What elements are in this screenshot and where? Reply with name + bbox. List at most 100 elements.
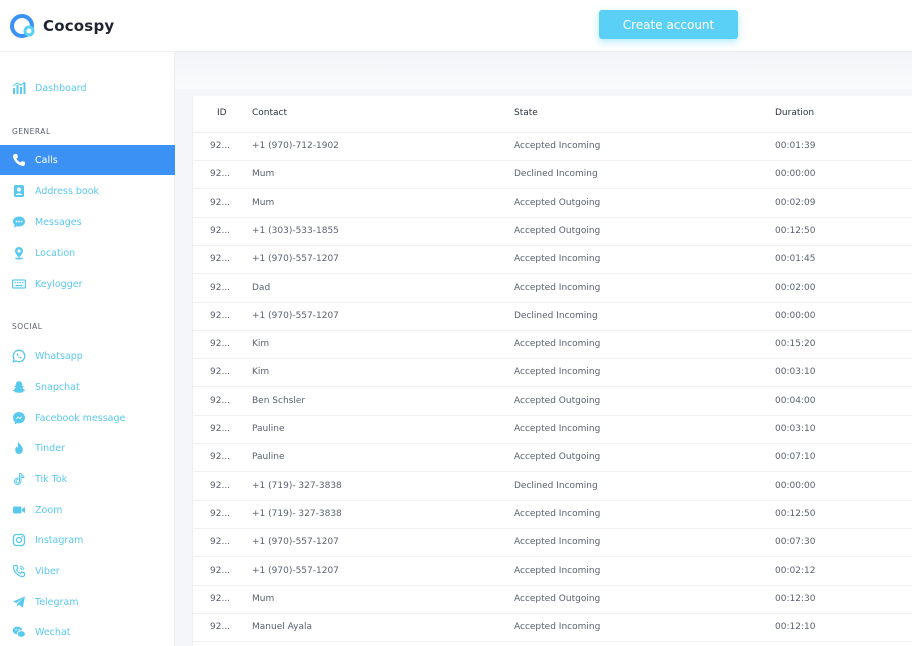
cell-id: 92... <box>210 424 231 434</box>
cell-contact: Mum <box>252 169 275 180</box>
cell-state: Accepted Incoming <box>514 537 601 548</box>
column-header-duration[interactable]: Duration <box>775 108 814 118</box>
sidebar-item-wechat[interactable]: Wechat <box>0 617 175 646</box>
table-row[interactable]: 92... Mum Accepted Outgoing 00:12:30 <box>193 586 912 614</box>
sidebar-item-snapchat[interactable]: Snapchat <box>0 372 175 402</box>
contact-card-icon <box>12 184 26 198</box>
cell-duration: 00:01:45 <box>775 254 816 265</box>
sidebar-item-calls[interactable]: Calls <box>0 145 175 175</box>
create-account-button[interactable]: Create account <box>599 10 738 39</box>
cell-id: 92... <box>210 452 231 463</box>
sidebar-item-label: Telegram <box>35 596 79 608</box>
sidebar-item-facebook-message[interactable]: Facebook message <box>0 403 175 433</box>
cell-state: Accepted Incoming <box>514 622 601 633</box>
cell-duration: 00:00:00 <box>775 169 816 180</box>
table-row[interactable]: 92... +1 (970)-557-1207 Declined Incoming 0… <box>193 303 912 331</box>
cell-state: Accepted Outgoing <box>514 452 601 463</box>
table-row[interactable]: 92... Pauline Accepted Incoming 00:03:10 <box>193 416 912 444</box>
sidebar-item-keylogger[interactable]: Keylogger <box>0 269 175 299</box>
table-row[interactable]: 92... Manuel Ayala Accepted Incoming 00:12:… <box>193 614 912 643</box>
cell-state: Accepted Incoming <box>514 254 601 265</box>
cell-contact: +1 (970)-557-1207 <box>252 310 339 321</box>
sidebar-item-tinder[interactable]: Tinder <box>0 433 175 463</box>
viber-icon <box>12 564 26 578</box>
sidebar-item-label: Dashboard <box>35 82 87 94</box>
column-header-state[interactable]: State <box>514 108 538 118</box>
sidebar-item-label: Messages <box>35 216 82 228</box>
sidebar-item-label: Zoom <box>35 504 63 516</box>
snapchat-icon <box>12 380 26 394</box>
cell-id: 92... <box>210 169 231 180</box>
section-title-general: GENERAL <box>12 127 51 136</box>
sidebar-item-label: Tik Tok <box>35 473 68 485</box>
sidebar-item-label: Whatsapp <box>35 350 83 362</box>
sidebar-item-address-book[interactable]: Address book <box>0 176 175 206</box>
cell-id: 92... <box>210 339 231 350</box>
sidebar-item-label: Location <box>35 247 76 259</box>
sidebar-item-dashboard[interactable]: Dashboard <box>0 73 175 103</box>
table-row[interactable]: 92... +1 (970)-557-1207 Accepted Incoming 0… <box>193 558 912 586</box>
video-camera-icon <box>12 503 26 517</box>
cell-id: 92... <box>210 565 231 576</box>
cell-contact: +1 (970)-557-1207 <box>252 565 339 576</box>
table-row[interactable]: 92... Dad Accepted Incoming 00:02:00 <box>193 275 912 303</box>
cell-id: 92... <box>210 197 231 208</box>
whatsapp-icon <box>12 349 26 363</box>
cell-id: 92... <box>210 282 231 293</box>
cell-contact: Kim <box>252 339 270 350</box>
column-header-contact[interactable]: Contact <box>252 108 287 118</box>
cell-duration: 00:12:30 <box>775 593 816 604</box>
table-row[interactable]: 92... +1 (970)-712-1902 Accepted Incoming 0… <box>193 133 912 161</box>
table-row[interactable]: 92... Kim Accepted Incoming 00:03:10 <box>193 359 912 388</box>
cell-duration: 00:07:30 <box>775 537 816 548</box>
sidebar-item-label: Snapchat <box>35 381 80 393</box>
table-row[interactable]: 92... Pauline Accepted Outgoing 00:07:10 <box>193 444 912 473</box>
cell-duration: 00:12:10 <box>775 622 816 633</box>
cell-duration: 00:02:00 <box>775 282 816 293</box>
logo[interactable]: Cocospy <box>10 13 114 39</box>
sidebar-item-label: Address book <box>35 185 100 197</box>
cell-contact: +1 (970)-557-1207 <box>252 254 339 265</box>
cell-contact: Dad <box>252 282 271 293</box>
sidebar-item-label: Keylogger <box>35 278 83 290</box>
cell-contact: Pauline <box>252 424 285 434</box>
sidebar-item-zoom[interactable]: Zoom <box>0 495 175 525</box>
sidebar-item-telegram[interactable]: Telegram <box>0 587 175 617</box>
table-row[interactable]: 92... +1 (719)- 327-3838 Accepted Incoming… <box>193 501 912 529</box>
wechat-icon <box>12 625 26 639</box>
cell-duration: 00:12:50 <box>775 225 816 236</box>
cell-state: Accepted Outgoing <box>514 225 601 236</box>
table-row[interactable]: 92... Kim Accepted Incoming 00:15:20 <box>193 331 912 360</box>
cell-id: 92... <box>210 593 231 604</box>
table-row[interactable]: 92... Mum Accepted Outgoing 00:02:09 <box>193 190 912 218</box>
cell-state: Accepted Incoming <box>514 424 601 434</box>
table-row[interactable]: 92... Ben Schsler Accepted Outgoing 00:04:0… <box>193 388 912 416</box>
table-row[interactable]: 92... +1 (970)-557-1207 Accepted Incoming 0… <box>193 246 912 275</box>
table-row[interactable]: 92... +1 (303)-533-1855 Accepted Outgoing 0… <box>193 218 912 246</box>
sidebar-item-location[interactable]: Location <box>0 238 175 268</box>
sidebar-item-label: Facebook message <box>35 412 126 424</box>
table-row[interactable]: 92... Mum Declined Incoming 00:00:00 <box>193 161 912 190</box>
sidebar-item-viber[interactable]: Viber <box>0 556 175 586</box>
cell-id: 92... <box>210 395 231 406</box>
table-row[interactable]: 92... +1 (970)-557-1207 Accepted Incoming 0… <box>193 529 912 558</box>
sidebar-item-whatsapp[interactable]: Whatsapp <box>0 341 175 371</box>
phone-icon <box>12 153 26 167</box>
paper-plane-icon <box>12 595 26 609</box>
column-header-id[interactable]: ID <box>217 108 227 118</box>
sidebar-item-label: Calls <box>35 154 58 166</box>
cell-duration: 00:00:00 <box>775 310 816 321</box>
cell-id: 92... <box>210 622 231 633</box>
cell-duration: 00:07:10 <box>775 452 816 463</box>
cell-contact: Mum <box>252 197 275 208</box>
cell-duration: 00:03:10 <box>775 424 816 434</box>
cell-contact: Ben Schsler <box>252 395 306 406</box>
cell-contact: +1 (970)-557-1207 <box>252 537 339 548</box>
cell-duration: 00:02:12 <box>775 565 816 576</box>
table-row[interactable]: 92... +1 (719)- 327-3838 Declined Incoming… <box>193 473 912 501</box>
sidebar-item-tiktok[interactable]: Tik Tok <box>0 464 175 494</box>
bar-chart-icon <box>12 81 26 95</box>
sidebar-item-instagram[interactable]: Instagram <box>0 525 175 555</box>
sidebar-item-messages[interactable]: Messages <box>0 207 175 237</box>
chat-bubble-icon <box>12 215 26 229</box>
